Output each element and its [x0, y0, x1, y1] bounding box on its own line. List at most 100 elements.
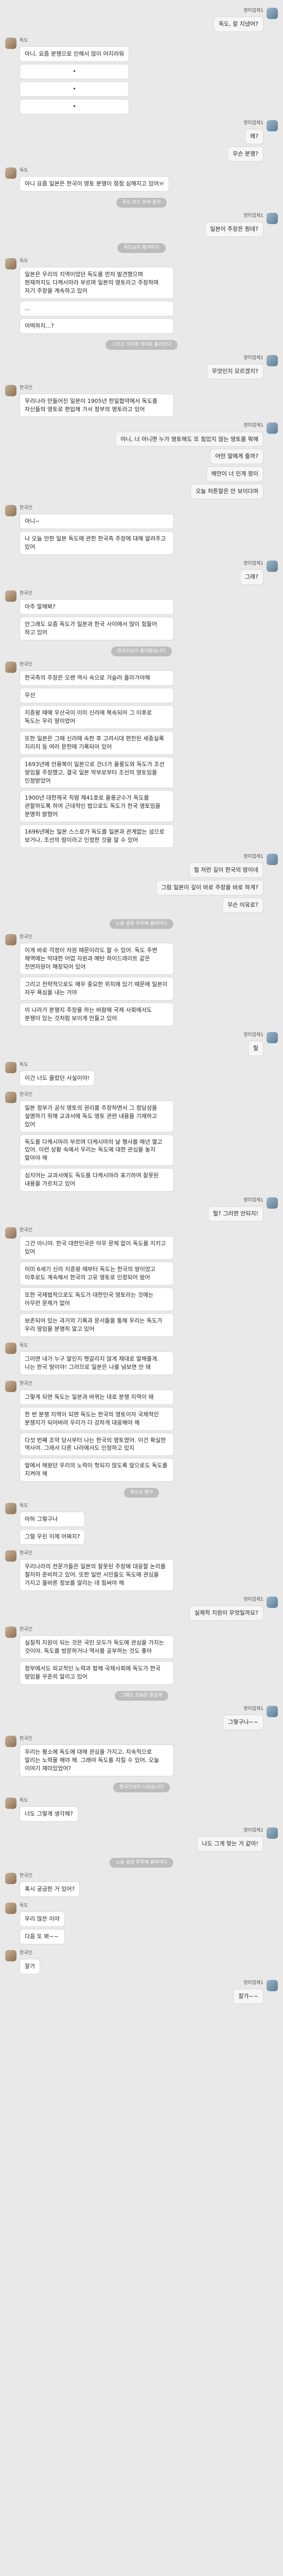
- message-column: 한국인 그건 아니야. 한국 대한민국은 아무 문제 없이 독도를 지키고 있어 이…: [20, 1227, 174, 1338]
- avatar[interactable]: [5, 1342, 16, 1354]
- message-column: 영미업체1 독도, 잘 지냈어?: [213, 8, 263, 33]
- message-incoming: 한국인 일본 정부가 공식 영토의 권리를 주장하면서 그 정당성을 설명하기 위…: [5, 1091, 278, 1193]
- sender-name: 영미업체1: [243, 355, 263, 361]
- avatar[interactable]: [5, 1872, 16, 1884]
- message-outgoing: 영미업체1 그렇구나~~: [5, 1705, 278, 1731]
- message-outgoing: 영미업체1 잘가~~: [5, 1979, 278, 2005]
- message-column: 한국인 아주 말해봐? 안그래도 요즘 독도가 일본과 한국 사이에서 많이 힘들어…: [20, 590, 174, 641]
- message-bubble: 그러면 내가 누구 말인지 헷갈리지 않게 제대로 말해줄게. 나는 한국 땅이…: [20, 1351, 174, 1375]
- avatar[interactable]: [267, 120, 278, 131]
- avatar[interactable]: [267, 1827, 278, 1839]
- avatar[interactable]: [5, 258, 16, 269]
- avatar[interactable]: [267, 212, 278, 224]
- sender-name: 한국인: [20, 1228, 32, 1233]
- system-notice-text: 독도님이 평가하기: [117, 243, 166, 253]
- avatar[interactable]: [5, 1380, 16, 1392]
- message-bubble: 나도 그게 맞는 거 같아!: [197, 1836, 263, 1852]
- avatar[interactable]: [267, 561, 278, 572]
- message-column: 영미업체1 헐 저런 깊이 한국의 땅이네 그럼 일본이 깊이 바로 주장을 바로 …: [156, 854, 263, 914]
- avatar[interactable]: [267, 854, 278, 866]
- message-bubble: 그래?: [239, 569, 263, 585]
- message-bubble: 실질적 지원이 되는 것은 국민 모두가 독도에 관심을 가지는 것이야. 독도…: [20, 1635, 174, 1659]
- avatar[interactable]: [5, 1797, 16, 1809]
- message-incoming: 한국인 아주 말해봐? 안그래도 요즘 독도가 일본과 한국 사이에서 많이 힘들어…: [5, 590, 278, 641]
- message-bubble: 어떡하지...?: [20, 318, 174, 334]
- sender-name: 영미업체1: [243, 1980, 263, 1986]
- avatar[interactable]: [5, 1227, 16, 1239]
- message-column: 독도 아하 그렇구나 그럴 우린 이제 어쩌지?: [20, 1503, 85, 1546]
- message-outgoing: 영미업체1 그래?: [5, 561, 278, 586]
- avatar[interactable]: [5, 1503, 16, 1515]
- avatar[interactable]: [267, 1705, 278, 1717]
- message-bubble: 일본이 주장은 뭔데?: [205, 221, 263, 237]
- message-bubble: 혹시 궁금한 거 있어?: [20, 1881, 80, 1897]
- message-outgoing: 영미업체1 독도, 잘 지냈어?: [5, 8, 278, 33]
- avatar[interactable]: [5, 505, 16, 517]
- message-incoming: 한국인 우리는 평소에 독도에 대해 관심을 가지고, 지속적으로 알리는 노력을…: [5, 1735, 278, 1777]
- sender-name: 영미업체1: [243, 120, 263, 126]
- system-notice: 독도님이 평가하기: [5, 243, 278, 253]
- message-bubble: 1696년에는 일본 스스로가 독도를 일본과 관계없는 섬으로 보거나, 조선…: [20, 824, 174, 849]
- sender-name: 영미업체1: [243, 1198, 263, 1204]
- message-bubble: 심지어는 교과서에도 독도를 다케시마라 표기하여 잘못된 내용을 가르치고 있…: [20, 1168, 174, 1192]
- message-incoming: 한국인 잘가: [5, 1950, 278, 1975]
- message-incoming: 독도 우리 많은 이야 다음 또 봐~~: [5, 1902, 278, 1945]
- message-incoming: 독도 아니, 요즘 분쟁으로 인해서 많이 어지러워 • • •: [5, 37, 278, 115]
- message-bubble: 지증왕 때에 우산국이 이미 신라에 복속되어 그 이후로 독도는 우리 땅이었…: [20, 705, 174, 729]
- message-incoming: 한국인 우리나라의 전문가들은 일본의 잘못된 주장에 대응할 논리를 철저히 준…: [5, 1550, 278, 1592]
- avatar[interactable]: [5, 1061, 16, 1073]
- avatar[interactable]: [5, 662, 16, 673]
- message-outgoing: 영미업체1 나도 그게 맞는 거 같아!: [5, 1827, 278, 1853]
- message-bubble: 무엇인지 모르겠지?: [206, 363, 263, 379]
- message-bubble: 헐? 그러면 안되지!: [207, 1206, 263, 1222]
- avatar[interactable]: [267, 1197, 278, 1209]
- message-bubble: 독도를 다케시마라 부르며 다케시마의 날 행사를 매년 열고 있어. 이런 상…: [20, 1134, 174, 1166]
- message-bubble: 아니, 너 아니면 누가 영토해도 또 힘있지 않는 영토를 뭐해: [115, 431, 263, 447]
- message-incoming: 한국인 혹시 궁금한 거 있어?: [5, 1872, 278, 1898]
- avatar[interactable]: [5, 1950, 16, 1961]
- message-bubble: 다섯 번째 조약 당시부터 나는 한국의 영토였어. 이건 확실한 역사야. 그…: [20, 1432, 174, 1456]
- message-incoming: 한국인 이게 바로 걱정이 자원 때문이라도 할 수 있어. 독도 주변 해역에는…: [5, 934, 278, 1027]
- avatar[interactable]: [267, 422, 278, 434]
- message-incoming: 한국인 우리나라 만들어진 일본이 1905년 한일협약에서 독도를 자신들의 영…: [5, 384, 278, 418]
- sender-name: 영미업체1: [243, 1597, 263, 1603]
- avatar[interactable]: [5, 37, 16, 49]
- message-column: 영미업체1 그렇구나~~: [223, 1706, 263, 1731]
- avatar[interactable]: [267, 354, 278, 366]
- sender-name: 한국인: [20, 1736, 32, 1741]
- message-column: 한국인 아니~ 나 오늘 안한 일본 독도에 관한 한국측 주장에 대해 알려주고 …: [20, 505, 174, 556]
- message-incoming: 한국인 그렇게 되면 독도는 일본과 바뀌는 대로 분쟁 지역이 돼한 번 분쟁 …: [5, 1380, 278, 1483]
- avatar[interactable]: [5, 1626, 16, 1638]
- message-incoming: 한국인 실질적 지원이 되는 것은 국민 모두가 독도에 관심을 가지는 것이야.…: [5, 1626, 278, 1686]
- sender-name: 한국인: [20, 1092, 32, 1097]
- avatar[interactable]: [5, 167, 16, 179]
- sender-name: 독도: [20, 258, 28, 264]
- message-incoming: 독도 그러면 내가 누구 말인지 헷갈리지 않게 제대로 말해줄게. 나는 한국 …: [5, 1342, 278, 1376]
- avatar[interactable]: [267, 1597, 278, 1608]
- message-incoming: 독도이건 너도 몰랐던 사실이야!: [5, 1061, 278, 1087]
- avatar[interactable]: [267, 1979, 278, 1991]
- avatar[interactable]: [5, 1550, 16, 1562]
- message-bubble: 또한 일본은 그때 신라에 속한 후 고려시대 편찬된 세종실록 지리지 등 여…: [20, 731, 174, 755]
- avatar[interactable]: [5, 384, 16, 396]
- avatar[interactable]: [5, 590, 16, 602]
- avatar[interactable]: [5, 934, 16, 946]
- system-notice: 독도 모드 하여 중이: [5, 197, 278, 208]
- message-outgoing: 영미업체1 실제적 지원이 무엇일까요?: [5, 1597, 278, 1622]
- sender-name: 독도: [20, 1062, 28, 1067]
- system-notice-text: 한국인님이 나갔습니다: [113, 1782, 170, 1792]
- message-column: 영미업체1 그래?: [239, 561, 263, 586]
- message-bubble: •: [20, 98, 130, 114]
- message-bubble: 이건 너도 몰랐던 사실이야!: [20, 1070, 95, 1086]
- sender-name: 한국인: [20, 1381, 32, 1386]
- message-bubble: 그렇게 되면 독도는 일본과 바뀌는 대로 분쟁 지역이 돼: [20, 1389, 174, 1405]
- avatar[interactable]: [5, 1902, 16, 1914]
- sender-name: 한국인: [20, 385, 32, 391]
- message-incoming: 독도 아니 요즘 일본은 한국이 영토 분쟁이 점점 심해지고 있어ㅠ: [5, 167, 278, 193]
- avatar[interactable]: [5, 1735, 16, 1747]
- sender-name: 영미업체1: [243, 213, 263, 218]
- avatar[interactable]: [267, 8, 278, 19]
- avatar[interactable]: [5, 1091, 16, 1103]
- system-notice: 독도님 평가: [5, 1488, 278, 1498]
- avatar[interactable]: [267, 1031, 278, 1043]
